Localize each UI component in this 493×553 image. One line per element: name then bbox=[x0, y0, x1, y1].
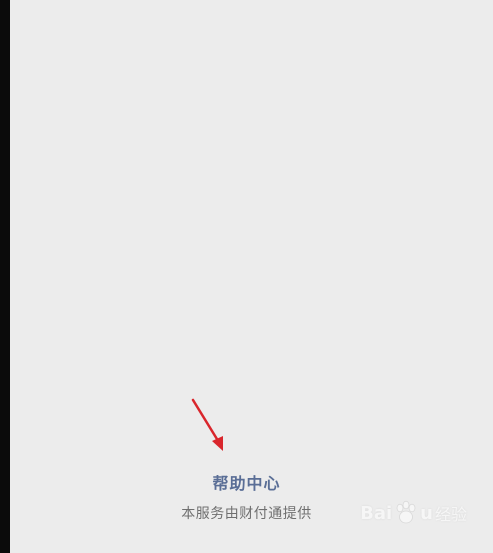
watermark-text-suffix: u bbox=[420, 502, 433, 524]
watermark-text-prefix: Bai bbox=[360, 502, 393, 524]
help-center-link[interactable]: 帮助中心 bbox=[0, 470, 493, 494]
screen: 帮助中心 本服务由财付通提供 Bai u 经验 bbox=[0, 0, 493, 553]
baidu-paw-icon bbox=[396, 500, 416, 524]
baidu-jingyan-watermark: Bai u 经验 bbox=[360, 500, 467, 526]
annotation-arrow-icon bbox=[191, 398, 223, 451]
watermark-text-cn: 经验 bbox=[434, 505, 467, 524]
